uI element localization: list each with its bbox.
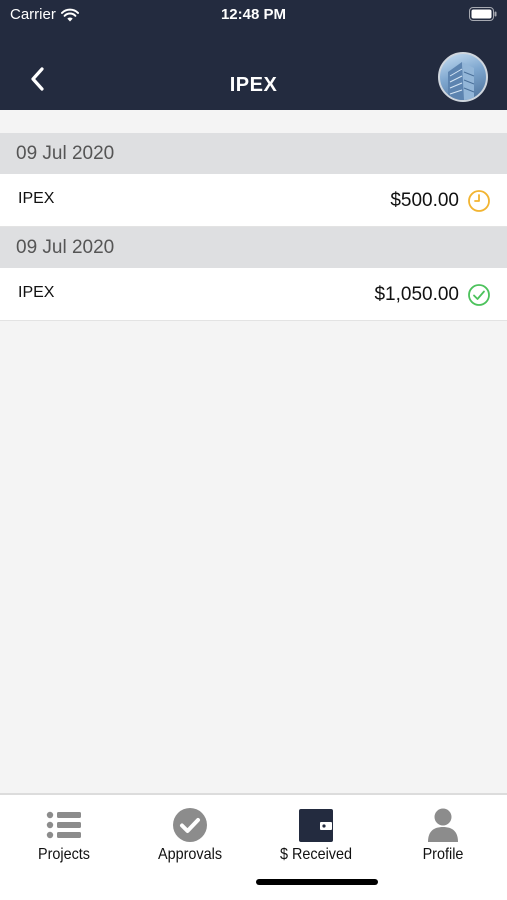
tab-label: $ Received: [279, 846, 353, 863]
status-bar: Carrier 12:48 PM: [0, 0, 507, 30]
transaction-name: IPEX: [18, 190, 55, 207]
user-icon: [428, 808, 458, 842]
date-section-header: 09 Jul 2020: [0, 227, 507, 268]
check-circle-icon: [468, 284, 490, 306]
tab-approvals[interactable]: Approvals: [127, 807, 253, 867]
page-title: IPEX: [229, 74, 278, 96]
avatar[interactable]: [438, 52, 488, 102]
list-top-spacer: [0, 110, 507, 133]
transaction-amount: $500.00: [390, 190, 459, 211]
app-header: Carrier 12:48 PM IPEX: [0, 0, 507, 110]
transaction-name: IPEX: [18, 284, 55, 301]
home-indicator: [256, 879, 378, 885]
tab-profile[interactable]: Profile: [380, 807, 506, 867]
date-section-header: 09 Jul 2020: [0, 133, 507, 174]
list-icon: [46, 811, 81, 839]
status-time: 12:48 PM: [220, 6, 287, 23]
transaction-row[interactable]: IPEX $500.00: [0, 174, 507, 227]
battery-icon: [469, 7, 497, 21]
tab-label: Projects: [37, 846, 91, 863]
tab-projects[interactable]: Projects: [1, 807, 127, 867]
tab-bar: Projects Approvals $ Received Profile: [0, 793, 507, 900]
transaction-row[interactable]: IPEX $1,050.00: [0, 268, 507, 321]
tab-label: Profile: [422, 846, 464, 863]
building-photo-icon: [448, 62, 475, 100]
transaction-amount: $1,050.00: [374, 284, 459, 305]
check-badge-icon: [173, 808, 207, 842]
wallet-icon: [299, 809, 333, 842]
tab-label: Approvals: [157, 846, 223, 863]
clock-icon: [468, 190, 490, 212]
tab-received[interactable]: $ Received: [253, 807, 379, 867]
